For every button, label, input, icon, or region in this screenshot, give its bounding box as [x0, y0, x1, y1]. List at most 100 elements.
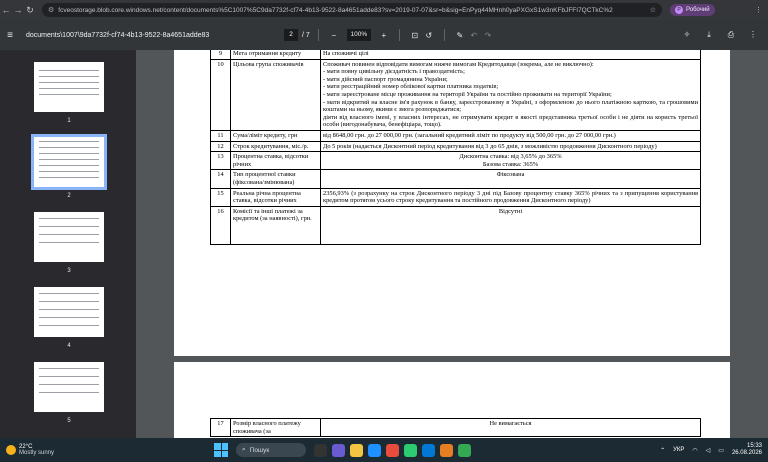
- chevron-up-icon[interactable]: ⌃: [660, 447, 665, 454]
- page-thumbnail[interactable]: [34, 287, 104, 337]
- app-meet-icon[interactable]: [332, 443, 345, 457]
- row-value: До 5 років (надається Дисконтний період …: [320, 140, 701, 153]
- row-number: 9: [210, 50, 231, 60]
- toolbar-actions: ✧ ⤓ ⎙ ⋮: [680, 30, 760, 40]
- table-row: 15 Реальна річна процентна ставка, відсо…: [210, 187, 701, 207]
- row-label: Тип процентної ставки (фіксована/змінюва…: [230, 169, 321, 189]
- page-thumbnail-selected[interactable]: [31, 134, 107, 190]
- requirement-line: - мати реєстраційний номер облікової кар…: [323, 83, 499, 91]
- credit-terms-table: 9 Мета отримання кредиту На споживчі ціл…: [210, 50, 701, 245]
- page-thumbnail[interactable]: [34, 362, 104, 412]
- rotate-icon[interactable]: ↺: [422, 31, 436, 40]
- edge-icon[interactable]: [422, 443, 435, 457]
- thumbnail-number: 4: [67, 343, 71, 349]
- forward-icon[interactable]: →: [12, 5, 24, 15]
- print-icon[interactable]: ⎙: [724, 30, 738, 40]
- requirement-line: - мати дійсний паспорт громадянина Украї…: [323, 75, 448, 83]
- page-thumbnail[interactable]: [34, 212, 104, 262]
- rate-line: Дисконтна ставка: від 3,65% до 365%: [459, 153, 562, 161]
- row-number: 15: [210, 187, 231, 207]
- draw-icon[interactable]: ✎: [453, 31, 467, 40]
- app-widgets-icon[interactable]: [314, 443, 327, 457]
- taskbar-apps: [314, 443, 471, 457]
- page-navigation: 2 / 7: [284, 29, 310, 41]
- row-label: Цільова група споживачів: [230, 58, 321, 131]
- row-value: Дисконтна ставка: від 3,65% до 365% Базо…: [320, 151, 701, 171]
- reload-icon[interactable]: ↻: [24, 5, 36, 16]
- requirement-line: Споживач повинен відповідати вимогам ниж…: [323, 60, 594, 68]
- row-value: Фіксована: [320, 169, 701, 189]
- thumbnail-number: 1: [67, 118, 71, 124]
- row-label: Сума/ліміт кредиту, грн: [230, 129, 321, 142]
- bookmark-star-icon[interactable]: ☆: [650, 6, 656, 14]
- windows-taskbar: 22°C Mostly sunny ⌕ Пошук ⌃ УКР ◠ ◁ ▭ 15…: [0, 438, 768, 462]
- volume-icon[interactable]: ◁: [706, 447, 711, 454]
- pdf-viewer[interactable]: 9 Мета отримання кредиту На споживчі ціл…: [136, 50, 768, 438]
- more-menu-icon[interactable]: ⋮: [755, 6, 762, 14]
- document-title: documents\1007\9da7732f-cf74-4b13-9522-8…: [26, 31, 210, 39]
- more-actions-icon[interactable]: ⋮: [746, 30, 760, 40]
- file-explorer-icon[interactable]: [350, 443, 363, 457]
- divider: [317, 29, 319, 41]
- site-info-icon[interactable]: ⚙: [48, 6, 54, 14]
- url-bar[interactable]: ⚙ fcveostorage.blob.core.windows.net/con…: [42, 3, 662, 17]
- profile-button[interactable]: Р Робочий: [670, 4, 715, 16]
- search-placeholder: Пошук: [249, 446, 270, 454]
- clock[interactable]: 15:33 26.08.2026: [732, 443, 762, 457]
- zoom-out-icon[interactable]: −: [327, 31, 341, 40]
- row-value: Відсутні: [320, 205, 701, 245]
- wifi-icon[interactable]: ◠: [692, 447, 697, 454]
- taskbar-search[interactable]: ⌕ Пошук: [236, 443, 306, 457]
- thumbnail-number: 3: [67, 268, 71, 274]
- weather-widget[interactable]: 22°C Mostly sunny: [6, 444, 116, 457]
- language-indicator[interactable]: УКР: [673, 447, 684, 453]
- page-number-input[interactable]: 2: [284, 29, 298, 41]
- fit-page-icon[interactable]: ⊡: [408, 31, 422, 40]
- menu-icon[interactable]: ≡: [0, 30, 20, 41]
- download-icon[interactable]: ⤓: [702, 30, 716, 40]
- ai-icon[interactable]: ✧: [680, 30, 694, 40]
- back-icon[interactable]: ←: [0, 5, 12, 15]
- page-total: / 7: [302, 31, 310, 39]
- chrome-icon[interactable]: [458, 443, 471, 457]
- row-number: 11: [210, 129, 231, 142]
- row-value: На споживчі цілі: [320, 50, 701, 60]
- requirement-line: діяти від власного імені, у власних інте…: [323, 113, 698, 129]
- app-icon[interactable]: [368, 443, 381, 457]
- undo-icon[interactable]: ↶: [467, 31, 481, 40]
- row-number: 16: [210, 205, 231, 245]
- app-icon[interactable]: [404, 443, 417, 457]
- rate-line: Базова ставка: 365%: [482, 160, 539, 168]
- table-row: 17 Розмір власного платежу споживача (за…: [210, 417, 701, 438]
- windows-start-icon[interactable]: [214, 443, 228, 457]
- battery-icon[interactable]: ▭: [718, 447, 724, 454]
- table-row: 12 Строк кредитування, міс./р. До 5 рокі…: [210, 140, 701, 153]
- app-icon[interactable]: [440, 443, 453, 457]
- divider: [398, 29, 400, 41]
- divider: [443, 29, 445, 41]
- app-icon[interactable]: [386, 443, 399, 457]
- credit-terms-table-continued: 17 Розмір власного платежу споживача (за…: [210, 417, 701, 438]
- table-row: 14 Тип процентної ставки (фіксована/змін…: [210, 169, 701, 189]
- pdf-toolbar: ≡ documents\1007\9da7732f-cf74-4b13-9522…: [0, 20, 768, 50]
- row-number: 10: [210, 58, 231, 131]
- row-label: Строк кредитування, міс./р.: [230, 140, 321, 153]
- zoom-level-input[interactable]: 100%: [346, 29, 371, 41]
- table-row: 10 Цільова група споживачів Споживач пов…: [210, 58, 701, 131]
- table-row: 13 Процентна ставка, відсотки річних Дис…: [210, 151, 701, 171]
- redo-icon[interactable]: ↷: [481, 31, 495, 40]
- requirement-line: - мати зареєстроване місце проживання на…: [323, 90, 612, 98]
- url-text[interactable]: fcveostorage.blob.core.windows.net/conte…: [58, 7, 645, 14]
- weather-condition: Mostly sunny: [19, 450, 55, 456]
- table-row: 16 Комісії та інші платежі за кредитом (…: [210, 205, 701, 245]
- row-number: 13: [210, 151, 231, 171]
- zoom-controls: − 100% +: [327, 29, 391, 41]
- requirement-line: - мати повну цивільну дієздатність і пра…: [323, 68, 465, 76]
- row-value: Споживач повинен відповідати вимогам ниж…: [320, 58, 701, 131]
- row-label: Розмір власного платежу споживача (за: [230, 417, 321, 438]
- row-number: 12: [210, 140, 231, 153]
- zoom-in-icon[interactable]: +: [377, 31, 391, 40]
- row-label: Комісії та інші платежі за кредитом (за …: [230, 205, 321, 245]
- page-thumbnail[interactable]: [34, 62, 104, 112]
- row-label: Реальна річна процентна ставка, відсотки…: [230, 187, 321, 207]
